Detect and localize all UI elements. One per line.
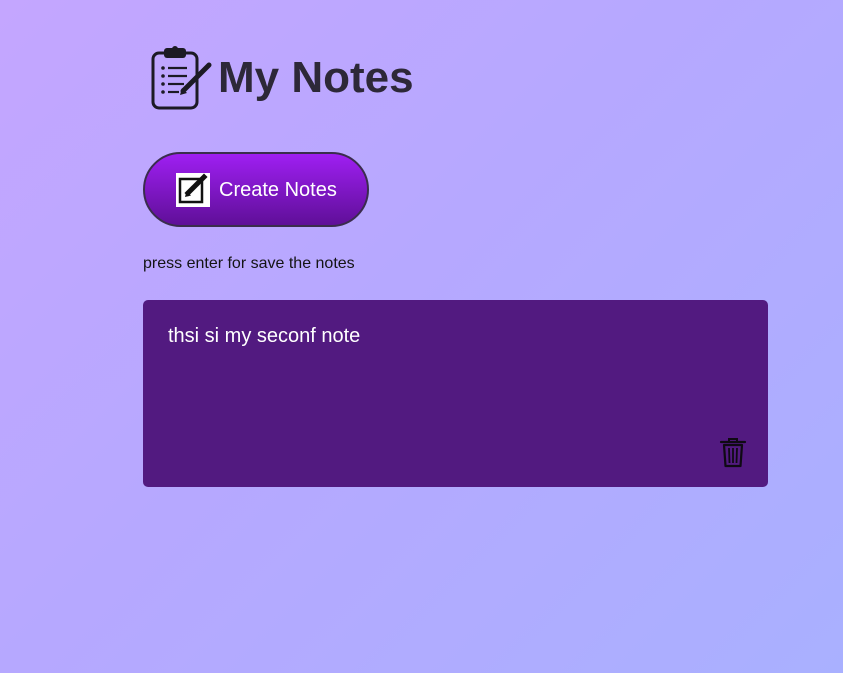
note-text-field[interactable]: thsi si my seconf note xyxy=(168,326,360,346)
app-header: My Notes xyxy=(151,45,414,111)
page-title: My Notes xyxy=(218,53,414,102)
note-card[interactable]: thsi si my seconf note xyxy=(143,300,768,487)
save-hint: press enter for save the notes xyxy=(143,255,355,272)
edit-note-icon xyxy=(176,172,210,207)
trash-icon[interactable] xyxy=(719,436,747,468)
create-notes-button[interactable]: Create Notes xyxy=(143,152,369,227)
clipboard-pencil-icon xyxy=(151,46,212,110)
create-notes-label: Create Notes xyxy=(219,178,337,201)
